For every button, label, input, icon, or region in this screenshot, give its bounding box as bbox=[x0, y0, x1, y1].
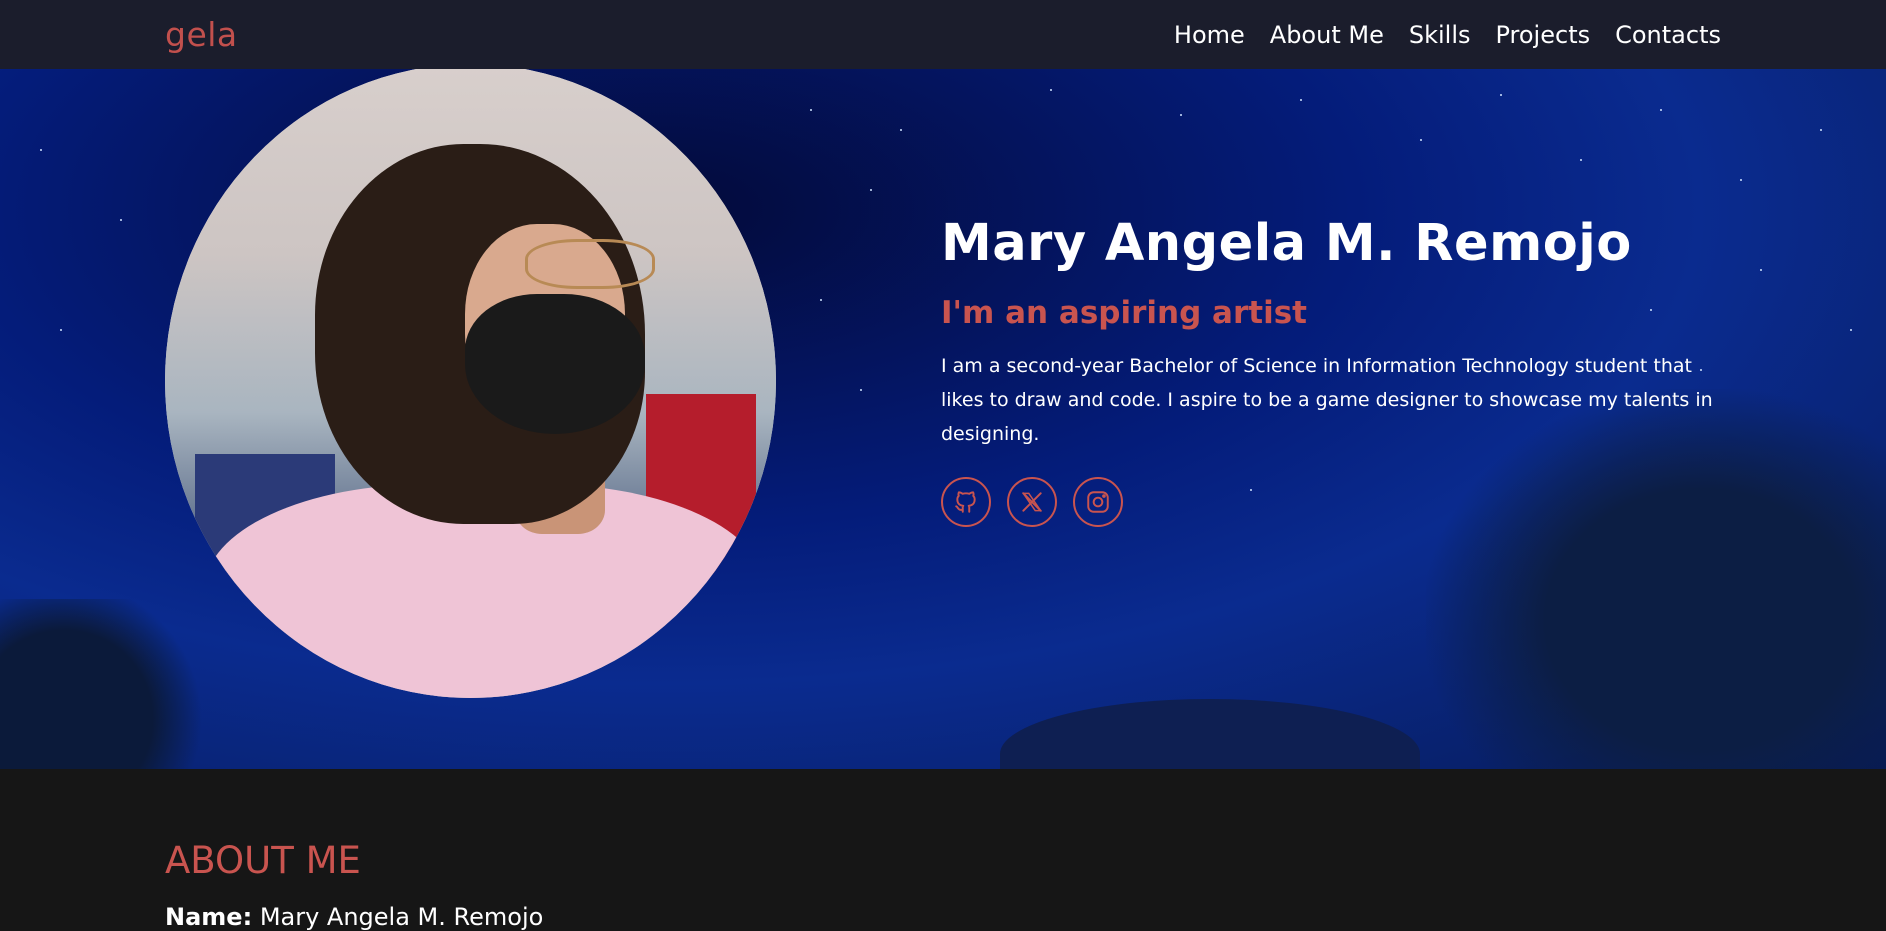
social-links bbox=[941, 477, 1721, 527]
about-name-label: Name: bbox=[165, 903, 253, 931]
instagram-link[interactable] bbox=[1073, 477, 1123, 527]
x-twitter-icon bbox=[1021, 492, 1043, 512]
hero-description: I am a second-year Bachelor of Science i… bbox=[941, 355, 1713, 445]
brand-logo[interactable]: gela bbox=[165, 15, 238, 54]
about-name-row: Name: Mary Angela M. Remojo bbox=[165, 903, 543, 931]
about-section: ABOUT ME Name: Mary Angela M. Remojo bbox=[0, 769, 1886, 931]
hero-tagline: I'm an aspiring artist bbox=[941, 295, 1307, 331]
hero-name: Mary Angela M. Remojo bbox=[941, 214, 1632, 273]
hero-section: Mary Angela M. Remojo I'm an aspiring ar… bbox=[0, 69, 1886, 769]
about-name-value: Mary Angela M. Remojo bbox=[259, 903, 544, 931]
instagram-icon bbox=[1087, 491, 1109, 513]
github-icon bbox=[955, 491, 976, 513]
nav-about-me[interactable]: About Me bbox=[1270, 21, 1384, 49]
nav-projects[interactable]: Projects bbox=[1495, 21, 1590, 49]
x-twitter-link[interactable] bbox=[1007, 477, 1057, 527]
hero-text: Mary Angela M. Remojo I'm an aspiring ar… bbox=[941, 214, 1721, 527]
about-title: ABOUT ME bbox=[165, 839, 361, 882]
github-link[interactable] bbox=[941, 477, 991, 527]
navbar: gela Home About Me Skills Projects Conta… bbox=[0, 0, 1886, 69]
nav-contacts[interactable]: Contacts bbox=[1615, 21, 1721, 49]
nav-links: Home About Me Skills Projects Contacts bbox=[1174, 21, 1721, 49]
profile-photo bbox=[165, 69, 776, 698]
nav-home[interactable]: Home bbox=[1174, 21, 1245, 49]
nav-skills[interactable]: Skills bbox=[1409, 21, 1471, 49]
